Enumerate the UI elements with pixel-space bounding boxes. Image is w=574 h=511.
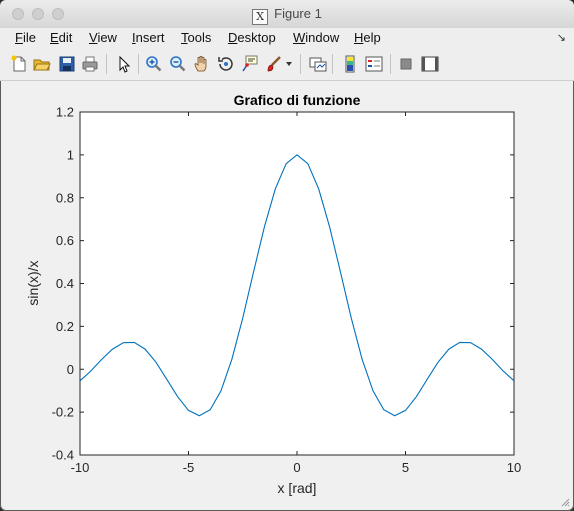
menu-window[interactable]: Window [293, 30, 339, 45]
x-tick-label: -5 [183, 460, 195, 475]
toolbar-separator [390, 54, 391, 74]
menu-desktop-mnemonic: D [228, 30, 238, 45]
rotate-3d-icon[interactable] [216, 54, 236, 74]
x-axis-label: x [rad] [278, 480, 317, 496]
y-tick-label: 0.2 [56, 319, 74, 334]
menu-tools-label: ools [187, 30, 212, 45]
legend-icon[interactable] [364, 54, 384, 74]
menu-help-label: elp [363, 30, 381, 45]
menu-file-label: ile [22, 30, 36, 45]
print-icon[interactable] [80, 54, 100, 74]
resize-grip-icon[interactable] [560, 497, 570, 507]
pan-hand-icon[interactable] [192, 54, 212, 74]
brush-dropdown-icon[interactable] [284, 54, 294, 74]
figure-window: X Figure 1 File Edit View Insert Tools De… [0, 0, 574, 511]
figure-toolbar [0, 48, 574, 81]
figure-canvas[interactable]: Grafico di funzione -10 -5 0 5 10 -0.4 -0.2 0 0.… [7, 81, 567, 501]
y-tick-label: 0.8 [56, 190, 74, 205]
data-cursor-icon[interactable] [240, 54, 260, 74]
hide-plot-tools-icon[interactable] [396, 54, 416, 74]
toolbar-separator [300, 54, 301, 74]
toolbar-separator [106, 54, 107, 74]
menu-insert-label: nsert [135, 30, 165, 45]
y-tick-label: 0.6 [56, 233, 74, 248]
menu-file[interactable]: File [15, 30, 36, 45]
y-tick-label: -0.4 [52, 448, 74, 463]
y-tick-label: -0.2 [52, 405, 74, 420]
pointer-icon[interactable] [114, 54, 134, 74]
x-tick-label: 5 [402, 460, 409, 475]
menu-edit-mnemonic: E [50, 30, 59, 45]
x-tick-label: 10 [507, 460, 521, 475]
menu-edit-label: dit [58, 30, 73, 45]
menu-help[interactable]: Help [354, 30, 381, 45]
dock-arrow-icon[interactable]: ↘ [557, 31, 566, 44]
x-tick-label: 0 [293, 460, 300, 475]
menu-window-label: indow [305, 30, 340, 45]
colorbar-icon[interactable] [340, 54, 360, 74]
show-plot-tools-icon[interactable] [420, 54, 440, 74]
menu-bar: File Edit View Insert Tools Desktop Wind… [0, 28, 574, 48]
menu-insert[interactable]: Insert [132, 30, 165, 45]
menu-desktop[interactable]: Desktop [228, 30, 276, 45]
title-bar[interactable]: X Figure 1 [0, 0, 574, 29]
menu-edit[interactable]: Edit [50, 30, 72, 45]
axes-background[interactable] [79, 111, 515, 456]
zoom-out-icon[interactable] [168, 54, 188, 74]
menu-help-mnemonic: H [354, 30, 364, 45]
open-folder-icon[interactable] [32, 54, 52, 74]
menu-view[interactable]: View [89, 30, 117, 45]
zoom-in-icon[interactable] [144, 54, 164, 74]
y-tick-label: 0.4 [56, 276, 74, 291]
save-icon[interactable] [57, 54, 77, 74]
chart-title: Grafico di funzione [234, 92, 361, 108]
link-plot-icon[interactable] [308, 54, 328, 74]
menu-view-label: iew [97, 30, 117, 45]
toolbar-separator [138, 54, 139, 74]
menu-window-mnemonic: W [293, 30, 306, 45]
y-tick-label: 1.2 [56, 105, 74, 120]
y-axis-label: sin(x)/x [25, 260, 41, 305]
chart-svg[interactable]: Grafico di funzione -10 -5 0 5 10-0.4-0.200.… [7, 81, 567, 501]
window-title-group: X Figure 1 [0, 6, 574, 25]
menu-tools[interactable]: Tools [181, 30, 211, 45]
x11-app-icon: X [252, 9, 269, 25]
menu-file-mnemonic: F [15, 30, 23, 45]
new-figure-icon[interactable] [9, 54, 29, 74]
window-title: Figure 1 [274, 6, 322, 21]
y-tick-label: 0 [67, 362, 74, 377]
menu-desktop-label: esktop [237, 30, 276, 45]
brush-icon[interactable] [264, 54, 284, 74]
y-tick-label: 1 [67, 147, 74, 162]
toolbar-separator [332, 54, 333, 74]
